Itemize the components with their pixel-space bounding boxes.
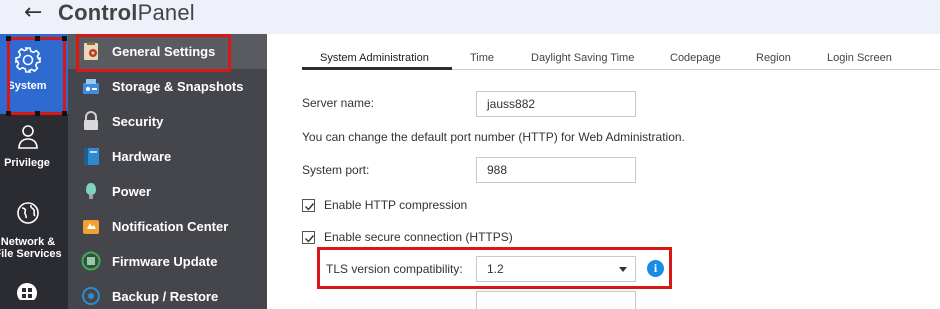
rail-item-label: Network & File Services bbox=[0, 236, 62, 260]
app-title-rest: Panel bbox=[137, 0, 195, 25]
nav-item-label: General Settings bbox=[112, 44, 216, 59]
tls-version-label: TLS version compatibility: bbox=[326, 262, 463, 276]
hardware-icon bbox=[84, 148, 99, 165]
globe-icon bbox=[17, 202, 39, 224]
tab-codepage[interactable]: Codepage bbox=[670, 52, 721, 64]
nav-item-label: Security bbox=[112, 114, 164, 129]
system-port-label: System port: bbox=[302, 163, 370, 177]
nav-item-label: Storage & Snapshots bbox=[112, 79, 244, 94]
rail-label-line2: File Services bbox=[0, 248, 62, 260]
port-note-text: You can change the default port number (… bbox=[302, 130, 685, 144]
tab-daylight-saving-time[interactable]: Daylight Saving Time bbox=[531, 52, 634, 64]
storage-icon bbox=[83, 79, 99, 94]
rail-item-system[interactable]: System bbox=[0, 34, 68, 114]
server-name-input[interactable]: jauss882 bbox=[476, 91, 636, 117]
back-arrow-icon[interactable]: ← bbox=[24, 0, 42, 26]
info-icon[interactable]: i bbox=[647, 260, 664, 277]
backup-icon bbox=[82, 287, 100, 305]
system-subnav: General Settings Storage & Snapshots Sec… bbox=[68, 34, 267, 309]
rail-item-label: Privilege bbox=[4, 157, 50, 169]
checkmark-icon bbox=[305, 203, 315, 211]
app-title-bold: Control bbox=[58, 0, 138, 25]
tls-version-select[interactable]: 1.2 bbox=[476, 256, 636, 282]
tab-login-screen[interactable]: Login Screen bbox=[827, 52, 892, 64]
rail-item-privilege[interactable]: Privilege bbox=[0, 124, 68, 174]
firmware-icon bbox=[81, 251, 101, 271]
nav-item-label: Notification Center bbox=[112, 219, 229, 234]
rail-item-apps[interactable] bbox=[0, 282, 68, 309]
nav-item-notification-center[interactable]: Notification Center bbox=[68, 209, 267, 244]
settings-tabs: System Administration Time Daylight Savi… bbox=[302, 48, 940, 70]
next-field-partial[interactable] bbox=[476, 291, 636, 309]
tab-time[interactable]: Time bbox=[470, 52, 494, 64]
https-label: Enable secure connection (HTTPS) bbox=[324, 230, 513, 244]
active-tab-indicator bbox=[302, 67, 452, 70]
checkmark-icon bbox=[305, 235, 315, 243]
http-compression-checkbox[interactable] bbox=[302, 199, 315, 212]
rail-item-network[interactable]: Network & File Services bbox=[0, 202, 68, 262]
nav-item-label: Hardware bbox=[112, 149, 172, 164]
tls-version-value: 1.2 bbox=[487, 262, 504, 276]
tab-region[interactable]: Region bbox=[756, 52, 791, 64]
power-icon bbox=[86, 183, 96, 199]
rail-label-line1: Network & bbox=[0, 236, 56, 248]
system-port-input[interactable]: 988 bbox=[476, 157, 636, 183]
notification-icon bbox=[83, 220, 99, 234]
nav-item-label: Backup / Restore bbox=[112, 289, 219, 304]
nav-item-storage-snapshots[interactable]: Storage & Snapshots bbox=[68, 69, 267, 104]
chevron-down-icon bbox=[619, 267, 627, 272]
server-name-label: Server name: bbox=[302, 96, 375, 110]
nav-item-security[interactable]: Security bbox=[68, 104, 267, 139]
nav-item-label: Firmware Update bbox=[112, 254, 218, 269]
title-bar: ← ControlPanel bbox=[0, 0, 940, 34]
nav-item-hardware[interactable]: Hardware bbox=[68, 139, 267, 174]
nav-item-general-settings[interactable]: General Settings bbox=[68, 34, 267, 69]
general-settings-icon bbox=[84, 42, 98, 60]
nav-item-label: Power bbox=[112, 184, 152, 199]
nav-item-firmware-update[interactable]: Firmware Update bbox=[68, 244, 267, 279]
user-icon bbox=[18, 125, 38, 149]
apps-grid-icon bbox=[17, 283, 37, 300]
nav-item-backup-restore[interactable]: Backup / Restore bbox=[68, 279, 267, 309]
main-category-rail: System Privilege Network & File Services bbox=[0, 34, 68, 309]
https-checkbox[interactable] bbox=[302, 231, 315, 244]
rail-item-label: System bbox=[7, 80, 47, 92]
tab-system-administration[interactable]: System Administration bbox=[320, 52, 429, 64]
http-compression-label: Enable HTTP compression bbox=[324, 198, 468, 212]
lock-icon bbox=[84, 111, 98, 130]
nav-item-power[interactable]: Power bbox=[68, 174, 267, 209]
gear-icon bbox=[15, 47, 41, 73]
app-title: ControlPanel bbox=[58, 0, 195, 26]
